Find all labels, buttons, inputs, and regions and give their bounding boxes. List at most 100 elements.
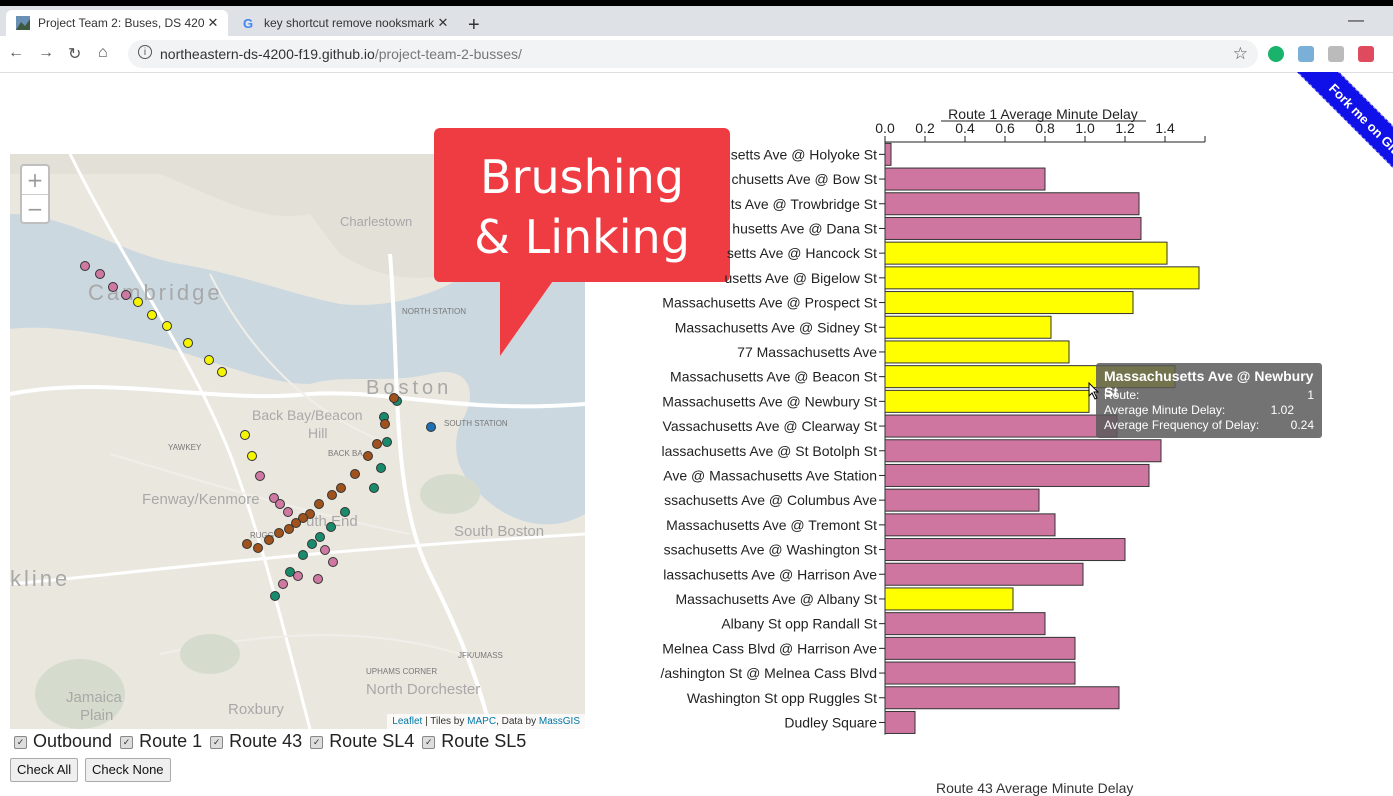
home-icon[interactable]: ⌂ [98,44,108,62]
address-bar[interactable]: i northeastern-ds-4200-f19.github.io/pro… [128,40,1258,68]
reload-icon[interactable]: ↻ [68,44,81,64]
bus-stop-marker[interactable] [389,393,399,403]
mapc-link[interactable]: MAPC [467,716,496,727]
bus-stop-marker[interactable] [313,574,323,584]
chart-bar[interactable] [884,463,1150,487]
checkbox-outbound[interactable]: ✓ [14,736,27,749]
bus-stop-marker[interactable] [121,290,131,300]
bus-stop-marker[interactable] [204,355,214,365]
bus-stop-marker[interactable] [380,419,390,429]
chart-bar[interactable] [884,315,1052,339]
bus-stop-marker[interactable] [255,471,265,481]
chart-bar[interactable] [884,513,1056,537]
chart-bar[interactable] [884,266,1200,290]
close-tab-icon[interactable]: ✕ [204,15,222,31]
bus-stop-marker[interactable] [80,261,90,271]
callout-line-2: & Linking [474,210,690,264]
bus-stop-marker[interactable] [274,528,284,538]
zoom-out-button[interactable]: − [22,195,48,223]
bus-stop-marker[interactable] [270,591,280,601]
map-label: YAWKEY [168,443,202,452]
map-label: Cambridge [88,280,223,305]
checkbox-route-sl4[interactable]: ✓ [310,736,324,749]
new-tab-icon[interactable]: + [468,14,480,37]
bus-stop-marker[interactable] [372,439,382,449]
checkbox-route-43[interactable]: ✓ [210,736,224,749]
bus-stop-marker[interactable] [328,557,338,567]
close-tab-icon[interactable]: ✕ [434,15,452,31]
bus-stop-marker[interactable] [350,469,360,479]
bus-stop-marker[interactable] [336,483,346,493]
chart-bar[interactable] [884,439,1162,463]
bus-stop-marker[interactable] [320,545,330,555]
tab-google[interactable]: G key shortcut remove nooksmark ✕ [232,10,458,36]
chart-bar[interactable] [884,612,1046,636]
bus-stop-marker[interactable] [217,367,227,377]
bus-stop-marker[interactable] [307,539,317,549]
fork-ribbon[interactable]: Fork me on GitHub [1253,72,1393,212]
bus-stop-marker[interactable] [285,567,295,577]
info-icon[interactable]: i [138,45,152,59]
chart-bar[interactable] [884,216,1142,240]
minimize-icon[interactable]: — [1348,12,1364,30]
chart-bar[interactable] [884,562,1084,586]
check-none-button[interactable]: Check None [85,758,171,782]
bus-stop-marker[interactable] [369,483,379,493]
bus-stop-marker[interactable] [298,550,308,560]
chart-bar[interactable] [884,686,1120,710]
checkbox-route-sl5[interactable]: ✓ [422,736,436,749]
back-icon[interactable]: ← [8,44,24,62]
chart-bar[interactable] [884,167,1046,191]
pocket-icon[interactable] [1358,46,1374,62]
chart-bar[interactable] [884,710,916,734]
bus-stop-marker[interactable] [340,507,350,517]
chart-bar[interactable] [884,389,1090,413]
bus-stop-marker[interactable] [363,451,373,461]
grammarly-icon[interactable] [1268,46,1284,62]
tab-project[interactable]: Project Team 2: Buses, DS 4200 F ✕ [6,10,228,36]
zoom-in-button[interactable]: + [22,166,48,195]
bus-stop-marker[interactable] [278,579,288,589]
massgis-link[interactable]: MassGIS [539,716,580,727]
chart-bar[interactable] [884,340,1070,364]
fork-ribbon-label[interactable]: Fork me on GitHub [1291,72,1393,209]
chart-bar[interactable] [884,488,1040,512]
bus-stop-marker[interactable] [284,524,294,534]
bus-stop-marker[interactable] [283,507,293,517]
leaflet-link[interactable]: Leaflet [392,716,422,727]
chart-bar[interactable] [884,142,892,166]
bus-stop-marker[interactable] [240,430,250,440]
forward-icon[interactable]: → [38,44,54,62]
bus-stop-marker[interactable] [314,499,324,509]
chart-bar[interactable] [884,661,1076,685]
bus-stop-marker[interactable] [264,535,274,545]
bus-stop-marker[interactable] [275,499,285,509]
bus-stop-marker[interactable] [315,532,325,542]
bus-stop-marker[interactable] [108,282,118,292]
checkbox-route-1[interactable]: ✓ [120,736,134,749]
bus-stop-marker[interactable] [426,422,436,432]
chart-bar[interactable] [884,241,1168,265]
chart-bar[interactable] [884,587,1014,611]
check-all-button[interactable]: Check All [10,758,79,782]
bus-stop-marker[interactable] [95,269,105,279]
bus-stop-marker[interactable] [326,522,336,532]
chart-bar[interactable] [884,192,1140,216]
bus-stop-marker[interactable] [327,490,337,500]
chart-bar[interactable] [884,414,1118,438]
bus-stop-marker[interactable] [133,297,143,307]
bus-stop-marker[interactable] [162,321,172,331]
bus-stop-marker[interactable] [147,310,157,320]
bus-stop-marker[interactable] [376,463,386,473]
extension-icon[interactable] [1298,46,1314,62]
chart-bar[interactable] [884,538,1126,562]
bus-stop-marker[interactable] [253,543,263,553]
bus-stop-marker[interactable] [183,338,193,348]
bookmark-star-icon[interactable]: ☆ [1233,44,1248,64]
bus-stop-marker[interactable] [242,539,252,549]
bus-stop-marker[interactable] [382,437,392,447]
chart-bar[interactable] [884,291,1134,315]
chart-bar[interactable] [884,636,1076,660]
extension-icon[interactable] [1328,46,1344,62]
bus-stop-marker[interactable] [247,451,257,461]
